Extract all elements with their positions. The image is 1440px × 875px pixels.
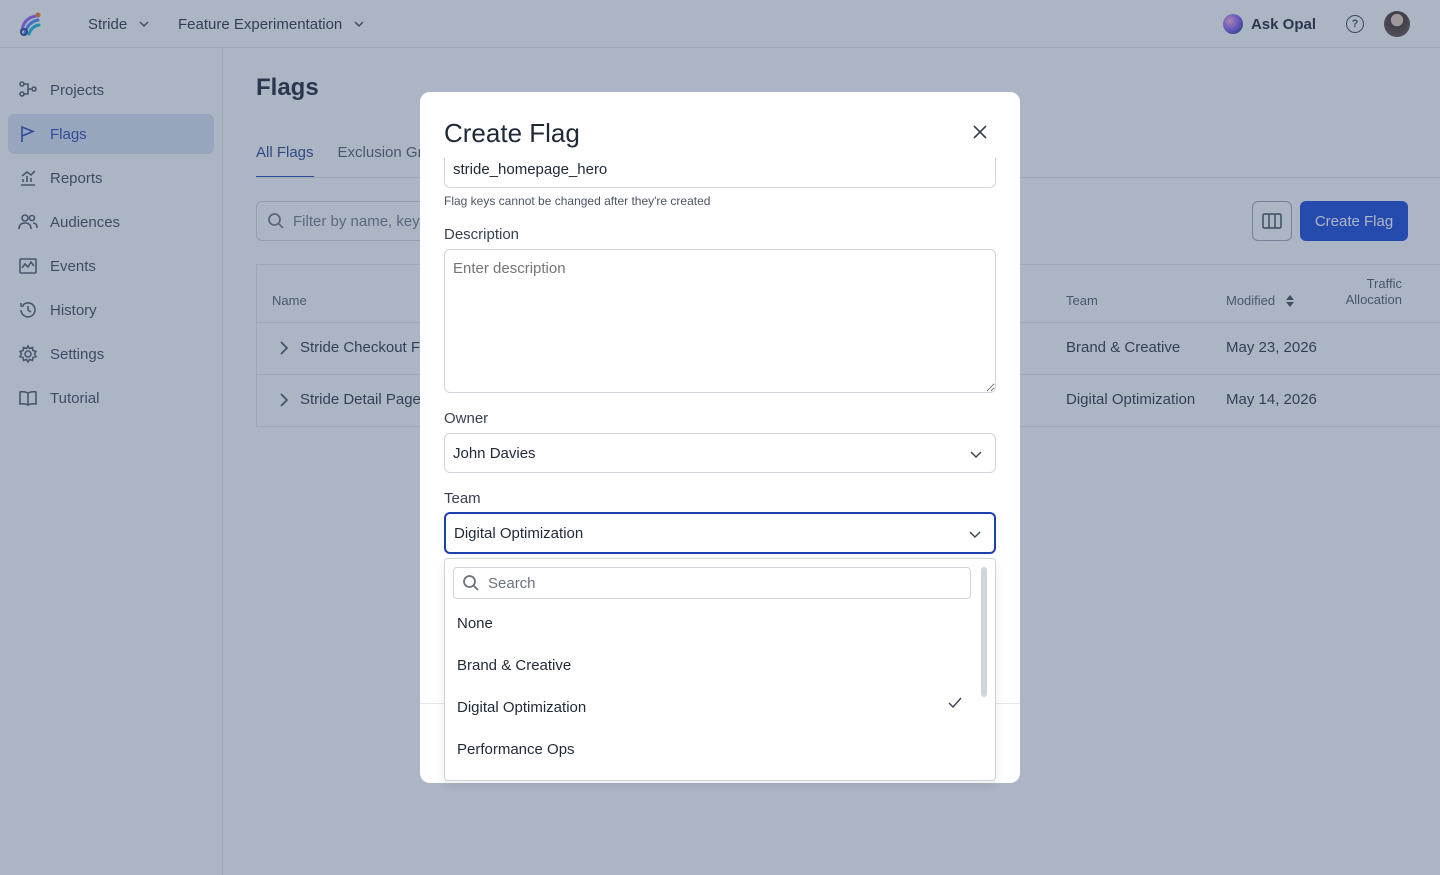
check-icon	[948, 697, 962, 709]
team-option-performance-ops[interactable]: Performance Ops	[457, 741, 575, 758]
team-select[interactable]: Digital Optimization	[444, 512, 996, 554]
search-icon	[463, 575, 479, 591]
team-value: Digital Optimization	[454, 524, 584, 542]
team-search-input[interactable]: Search	[453, 567, 971, 599]
team-search-placeholder: Search	[488, 574, 536, 592]
close-icon	[973, 125, 987, 139]
dropdown-scrollbar[interactable]	[981, 567, 987, 697]
team-option-digital-optimization[interactable]: Digital Optimization	[457, 699, 586, 716]
team-option-brand-creative[interactable]: Brand & Creative	[457, 657, 571, 674]
chevron-down-icon	[969, 531, 981, 538]
flag-key-hint: Flag keys cannot be changed after they'r…	[444, 194, 711, 208]
description-label: Description	[444, 226, 520, 243]
description-field[interactable]	[444, 249, 996, 393]
team-label: Team	[444, 490, 481, 507]
modal-title: Create Flag	[444, 118, 580, 148]
owner-label: Owner	[444, 410, 489, 427]
team-dropdown: Search None Brand & Creative Digital Opt…	[444, 558, 996, 781]
close-button[interactable]	[971, 123, 989, 141]
team-option-none[interactable]: None	[457, 615, 493, 632]
owner-value: John Davies	[453, 444, 536, 462]
owner-select[interactable]: John Davies	[444, 433, 996, 473]
chevron-down-icon	[970, 451, 982, 458]
